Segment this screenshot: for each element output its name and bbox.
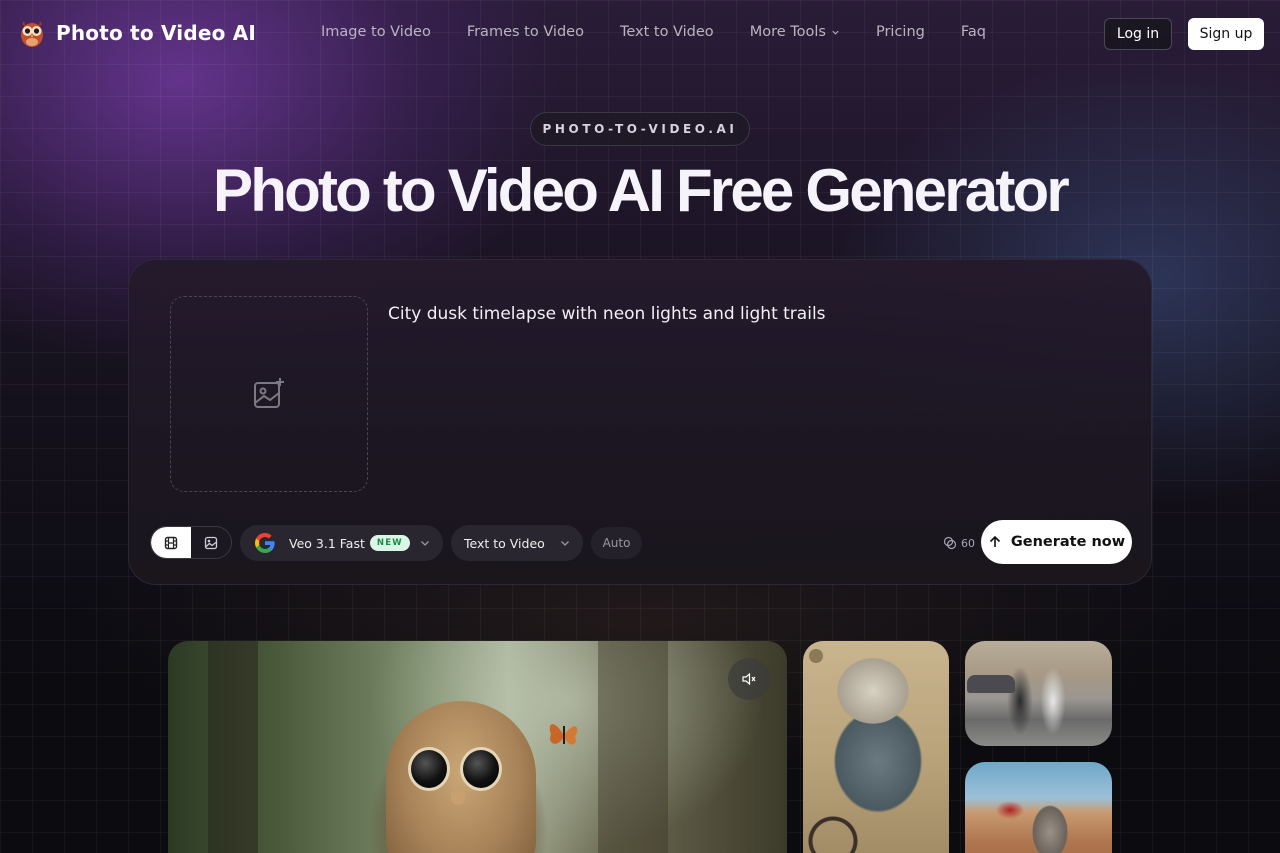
generate-label: Generate now (1010, 534, 1126, 550)
generate-button[interactable]: Generate now (981, 520, 1132, 564)
prompt-input[interactable]: City dusk timelapse with neon lights and… (388, 304, 826, 324)
brand[interactable]: Photo to Video AI (18, 18, 256, 48)
mode-label: Text to Video (464, 535, 545, 551)
creature-bicycle-video[interactable] (803, 641, 949, 853)
owl-eye (408, 747, 450, 791)
image-plus-icon (254, 378, 284, 408)
login-button[interactable]: Log in (1104, 18, 1172, 50)
lemur-desert-video[interactable] (965, 762, 1112, 853)
credits-value: 60 (961, 536, 975, 550)
nav-label: Faq (960, 24, 986, 40)
nav-faq[interactable]: Faq (961, 24, 986, 40)
moon-shape (809, 649, 823, 663)
top-nav: Photo to Video AI Image to Video Frames … (0, 0, 1280, 68)
chevron-down-icon (832, 30, 839, 35)
image-icon (204, 536, 218, 549)
tree-trunk (598, 641, 668, 853)
generator-card: City dusk timelapse with neon lights and… (128, 259, 1152, 585)
owl-eye (460, 747, 502, 791)
video-mode-button[interactable] (151, 527, 191, 558)
page-title: Photo to Video AI Free Generator (213, 157, 1070, 224)
tree-trunk (208, 641, 258, 853)
nav-label: Frames to Video (466, 24, 584, 40)
media-type-toggle (150, 526, 232, 559)
aspect-ratio-select[interactable]: Auto (591, 527, 642, 559)
chevron-down-icon (561, 541, 569, 546)
nav-label: Image to Video (321, 24, 431, 40)
owl-forest-video[interactable] (168, 641, 787, 853)
mode-select[interactable]: Text to Video (451, 525, 583, 561)
mute-button[interactable] (728, 658, 770, 700)
credits-cost: 60 (943, 536, 975, 550)
nav-more-tools[interactable]: More Tools (750, 24, 840, 40)
car-shape (967, 675, 1015, 693)
nav-label: Pricing (875, 24, 925, 40)
nav-frames-to-video[interactable]: Frames to Video (467, 24, 584, 40)
nav-text-to-video[interactable]: Text to Video (620, 24, 714, 40)
runners-street-video[interactable] (965, 641, 1112, 746)
owl-beak (451, 791, 465, 805)
google-logo-icon (255, 533, 275, 553)
nav-image-to-video[interactable]: Image to Video (321, 24, 431, 40)
coins-icon (943, 536, 957, 550)
main-menu: Image to Video Frames to Video Text to V… (321, 24, 986, 40)
film-icon (164, 536, 178, 549)
image-upload-dropzone[interactable] (170, 296, 368, 492)
nav-pricing[interactable]: Pricing (876, 24, 925, 40)
brand-name: Photo to Video AI (56, 21, 257, 45)
nav-label: More Tools (749, 24, 826, 40)
owl-logo-icon (21, 21, 43, 47)
nav-label: Text to Video (619, 24, 714, 40)
image-mode-button[interactable] (191, 527, 231, 558)
model-name: Veo 3.1 Fast (289, 535, 365, 551)
butterfly-icon (549, 724, 578, 745)
new-badge: NEW (369, 535, 410, 551)
chevron-down-icon (421, 541, 429, 546)
arrow-up-icon (989, 535, 1000, 547)
volume-mute-icon (742, 672, 756, 686)
eyebrow-badge: PHOTO-TO-VIDEO.AI (530, 112, 750, 146)
signup-button[interactable]: Sign up (1188, 18, 1264, 50)
model-select[interactable]: Veo 3.1 Fast NEW (240, 525, 443, 561)
